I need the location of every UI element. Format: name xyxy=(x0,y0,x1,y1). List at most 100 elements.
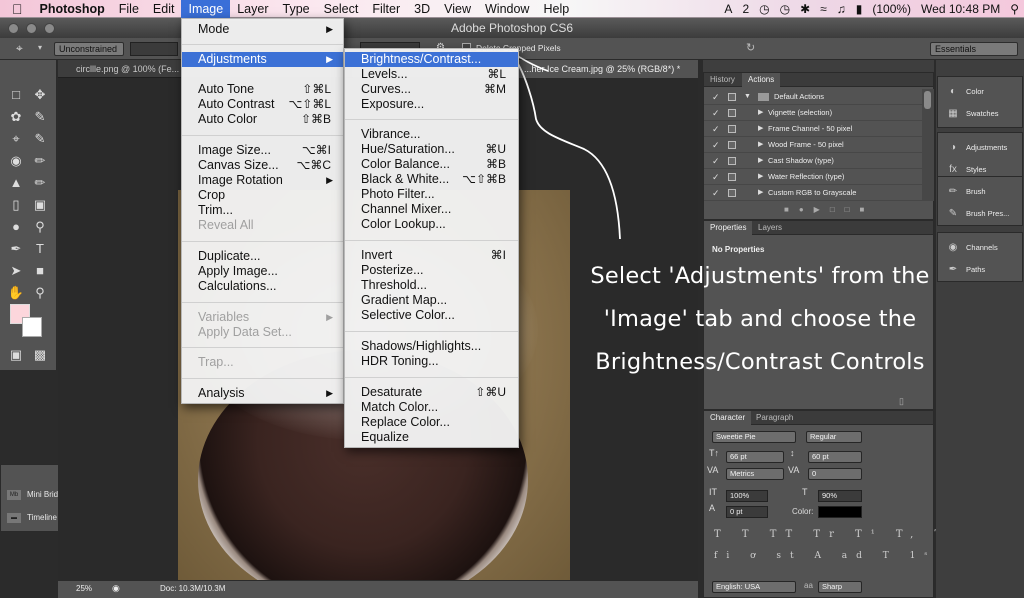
dodge-tool-icon[interactable]: ⚲ xyxy=(30,218,50,236)
reset-icon[interactable]: ↻ xyxy=(746,41,755,54)
zoom-window-icon[interactable] xyxy=(44,23,55,34)
font-family-select[interactable]: Sweetie Pie xyxy=(712,431,796,443)
quick-select-tool-icon[interactable]: ✎ xyxy=(30,108,50,126)
crop-ratio-select[interactable]: Unconstrained xyxy=(54,42,124,56)
zoom-level[interactable]: 25% xyxy=(76,584,92,593)
dialog-toggle[interactable] xyxy=(728,109,736,117)
path-selection-tool-icon[interactable]: ➤ xyxy=(6,262,26,280)
kerning-field[interactable]: Metrics xyxy=(726,468,784,480)
gradient-tool-icon[interactable]: ▣ xyxy=(30,196,50,214)
image-menu-canvas-size[interactable]: Canvas Size... ⌥⌘C xyxy=(182,158,343,173)
crop-tool-icon[interactable]: ⌖ xyxy=(6,130,26,148)
expand-triangle-icon[interactable]: ▶ xyxy=(758,121,763,137)
font-size-field[interactable]: 66 pt xyxy=(726,451,784,463)
clock[interactable]: Wed 10:48 PM xyxy=(916,2,1005,16)
adjustments-menu-exposure[interactable]: Exposure... xyxy=(345,97,518,112)
spot-healing-tool-icon[interactable]: ◉ xyxy=(6,152,26,170)
expand-triangle-icon[interactable]: ▶ xyxy=(758,137,763,153)
dock-swatches[interactable]: ▦ Swatches xyxy=(942,105,1024,123)
adjustments-menu-shadows-highlights[interactable]: Shadows/Highlights... xyxy=(345,339,518,354)
move-tool-icon[interactable]: ✥ xyxy=(30,86,50,104)
dialog-toggle[interactable] xyxy=(728,157,736,165)
image-menu-image-size[interactable]: Image Size... ⌥⌘I xyxy=(182,143,343,158)
apple-logo-icon[interactable]:  xyxy=(0,0,33,18)
close-window-icon[interactable] xyxy=(8,23,19,34)
menu-select[interactable]: Select xyxy=(317,0,366,18)
menu-layer[interactable]: Layer xyxy=(230,0,275,18)
menu-view[interactable]: View xyxy=(437,0,478,18)
dialog-toggle[interactable] xyxy=(728,173,736,181)
lasso-tool-icon[interactable]: ✿ xyxy=(6,108,26,126)
tab-actions[interactable]: Actions xyxy=(742,73,781,87)
expand-triangle-icon[interactable]: ▶ xyxy=(758,153,763,169)
adjustments-menu-match-color[interactable]: Match Color... xyxy=(345,400,518,415)
adjustments-menu-vibrance[interactable]: Vibrance... xyxy=(345,127,518,142)
spotlight-icon[interactable]: ⚲ xyxy=(1005,2,1024,16)
background-color-swatch[interactable] xyxy=(22,317,42,337)
image-menu-analysis[interactable]: Analysis ▶ xyxy=(182,386,343,401)
adjustments-menu-posterize[interactable]: Posterize... xyxy=(345,263,518,278)
eyedropper-tool-icon[interactable]: ✎ xyxy=(30,130,50,148)
expand-triangle-icon[interactable]: ▶ xyxy=(758,169,763,185)
bluetooth-icon[interactable]: ✱ xyxy=(795,2,815,16)
tab-character[interactable]: Character xyxy=(704,411,752,425)
action-row[interactable]: ✓ ▶ Custom RGB to Grayscale xyxy=(704,185,922,201)
crop-tool-icon[interactable]: ⌖ xyxy=(16,41,23,56)
baseline-shift-field[interactable]: 0 pt xyxy=(726,506,768,518)
adjustments-menu-levels[interactable]: Levels... ⌘L xyxy=(345,67,518,82)
adjustments-menu-color-balance[interactable]: Color Balance... ⌘B xyxy=(345,157,518,172)
blur-tool-icon[interactable]: ● xyxy=(6,218,26,236)
clock-icon[interactable]: ◷ xyxy=(775,2,795,16)
menu-file[interactable]: File xyxy=(112,0,146,18)
history-brush-tool-icon[interactable]: ✏ xyxy=(30,174,50,192)
sync-icon[interactable]: ◷ xyxy=(754,2,774,16)
hand-tool-icon[interactable]: ✋ xyxy=(6,284,26,302)
expand-triangle-icon[interactable]: ▶ xyxy=(758,185,763,201)
leading-field[interactable]: 60 pt xyxy=(808,451,862,463)
workspace-select[interactable]: Essentials xyxy=(930,42,1018,56)
checkmark-icon[interactable]: ✓ xyxy=(712,185,720,201)
menu-type[interactable]: Type xyxy=(276,0,317,18)
dock-paths[interactable]: ✒ Paths xyxy=(942,261,1024,279)
actions-scrollbar[interactable] xyxy=(922,89,934,201)
image-menu-crop[interactable]: Crop xyxy=(182,188,343,203)
action-row[interactable]: ✓ ▶ Frame Channel - 50 pixel xyxy=(704,121,922,137)
adobe-icon[interactable]: A xyxy=(719,2,737,16)
adjustments-menu-brightness-contrast[interactable]: Brightness/Contrast... xyxy=(345,52,518,67)
quick-mask-icon[interactable]: ▣ xyxy=(6,346,26,364)
adjustments-menu-channel-mixer[interactable]: Channel Mixer... xyxy=(345,202,518,217)
action-row[interactable]: ✓ ▶ Vignette (selection) xyxy=(704,105,922,121)
image-menu-duplicate[interactable]: Duplicate... xyxy=(182,249,343,264)
tool-preset-chevron-icon[interactable]: ▾ xyxy=(38,43,42,52)
tab-layers[interactable]: Layers xyxy=(752,221,788,235)
app-menu[interactable]: Photoshop xyxy=(33,0,112,18)
menu-window[interactable]: Window xyxy=(478,0,536,18)
dialog-toggle[interactable] xyxy=(728,93,736,101)
wifi-icon[interactable]: ≈ xyxy=(815,2,832,16)
dialog-toggle[interactable] xyxy=(728,125,736,133)
menu-help[interactable]: Help xyxy=(536,0,576,18)
image-menu-apply-image[interactable]: Apply Image... xyxy=(182,264,343,279)
doc-tab-circle[interactable]: circllle.png @ 100% (Fe... xyxy=(58,60,188,78)
action-row[interactable]: ✓ ▶ Wood Frame - 50 pixel xyxy=(704,137,922,153)
dock-adjustments[interactable]: ◑ Adjustments xyxy=(942,139,1024,157)
adjustments-menu-black-white[interactable]: Black & White... ⌥⇧⌘B xyxy=(345,172,518,187)
font-style-select[interactable]: Regular xyxy=(806,431,862,443)
tab-properties[interactable]: Properties xyxy=(704,221,753,235)
clone-stamp-tool-icon[interactable]: ▲ xyxy=(6,174,26,192)
adjustments-menu-curves[interactable]: Curves... ⌘M xyxy=(345,82,518,97)
marquee-tool-icon[interactable]: □ xyxy=(6,86,26,104)
image-menu-trim[interactable]: Trim... xyxy=(182,203,343,218)
image-menu-image-rotation[interactable]: Image Rotation ▶ xyxy=(182,173,343,188)
adjustments-menu-invert[interactable]: Invert ⌘I xyxy=(345,248,518,263)
dock-channels[interactable]: ◉ Channels xyxy=(942,239,1024,257)
dialog-toggle[interactable] xyxy=(728,141,736,149)
checkmark-icon[interactable]: ✓ xyxy=(712,89,720,105)
antialias-select[interactable]: Sharp xyxy=(818,581,862,593)
image-menu-adjustments[interactable]: Adjustments ▶ xyxy=(182,52,343,67)
adjustments-menu-replace-color[interactable]: Replace Color... xyxy=(345,415,518,430)
menu-3d[interactable]: 3D xyxy=(407,0,437,18)
eraser-tool-icon[interactable]: ▯ xyxy=(6,196,26,214)
type-tool-icon[interactable]: T xyxy=(30,240,50,258)
checkmark-icon[interactable]: ✓ xyxy=(712,169,720,185)
